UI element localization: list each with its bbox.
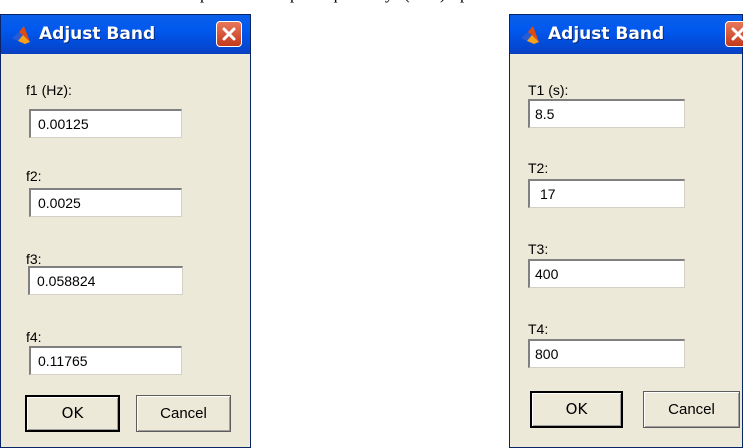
caption-fragment: p [290, 0, 299, 2]
close-x-icon [222, 27, 236, 41]
field-label-t2: T2: [528, 160, 549, 176]
field-label-t1: T1 (s): [528, 82, 569, 98]
matlab-logo-icon [12, 26, 30, 44]
caption-fragment: p [200, 0, 209, 2]
field-input-t2[interactable]: 17 [528, 179, 685, 208]
window-title: Adjust Band [39, 24, 156, 44]
ok-button[interactable]: OK [530, 391, 623, 428]
field-input-f4[interactable]: 0.11765 [29, 346, 182, 375]
title-bar[interactable]: Adjust Band [510, 15, 743, 54]
field-input-t3[interactable]: 400 [528, 259, 685, 288]
field-input-f2[interactable]: 0.0025 [29, 188, 182, 217]
ok-button[interactable]: OK [25, 395, 120, 432]
title-bar[interactable]: Adjust Band [1, 15, 250, 54]
field-input-f1[interactable]: 0.00125 [29, 109, 182, 138]
field-input-f3[interactable]: 0.058824 [28, 266, 183, 295]
field-label-f1: f1 (Hz): [26, 82, 72, 98]
field-label-f4: f4: [26, 329, 42, 345]
field-input-t4[interactable]: 800 [528, 339, 685, 368]
adjust-band-dialog-frequency: Adjust Band f1 (Hz): 0.00125 f2: 0.0025 … [0, 14, 251, 448]
caption-fragment: p [460, 0, 469, 2]
caption-fragment: ( [404, 0, 410, 2]
caption-fragment: ) [440, 0, 446, 2]
field-label-t3: T3: [528, 241, 549, 257]
close-x-icon [731, 27, 743, 41]
close-button[interactable] [216, 21, 242, 47]
close-button[interactable] [725, 21, 743, 47]
cancel-button[interactable]: Cancel [643, 391, 740, 428]
field-label-t4: T4: [528, 321, 549, 337]
caption-fragment: y [385, 0, 394, 2]
field-label-f2: f2: [26, 168, 42, 184]
caption-fragment: q [329, 0, 338, 2]
matlab-logo-icon [521, 26, 539, 44]
cropped-caption-text: p p q y ( ) p [0, 0, 743, 3]
cancel-button[interactable]: Cancel [136, 395, 231, 432]
field-input-t1[interactable]: 8.5 [528, 99, 685, 128]
window-title: Adjust Band [548, 24, 665, 44]
field-label-f3: f3: [26, 251, 42, 267]
adjust-band-dialog-period: Adjust Band T1 (s): 8.5 T2: 17 T3: 400 T… [509, 14, 743, 448]
